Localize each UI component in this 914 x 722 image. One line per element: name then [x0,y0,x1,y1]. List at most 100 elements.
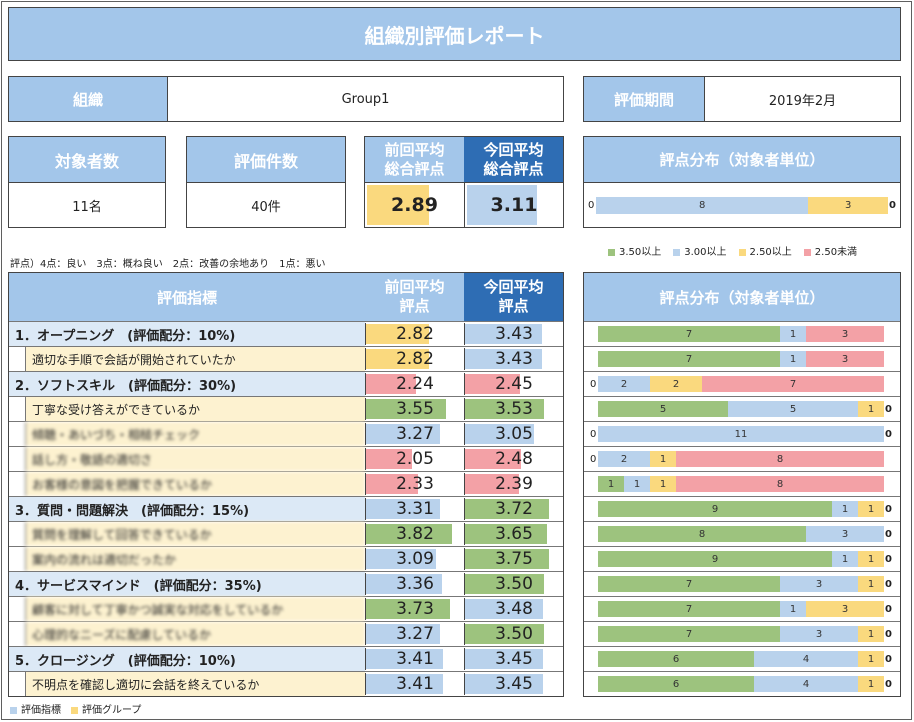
target-label: 対象者数 [9,137,165,182]
prev-score: 3.27 [365,623,464,645]
curr-score: 2.48 [464,448,563,470]
color-legend: 3.50以上 3.00以上 2.50以上 2.50未満 [608,243,869,258]
dist-segment: 1 [624,476,650,492]
dist-segment: 1 [598,476,624,492]
summary-dist-segment: 3 [808,197,888,214]
metric-row: 心理的なニーズに配慮しているか 3.27 3.50 [9,621,563,646]
footer-legend: 評価指標 評価グループ [10,701,151,716]
metric-label: 5．クロージング (評価配分：10%) [9,647,365,671]
dist-segment: 6 [598,676,754,692]
dist-segment: 4 [754,651,858,667]
curr-score: 3.50 [464,573,563,595]
report-title: 組織別評価レポート [8,7,901,61]
dist-segment: 1 [858,626,884,642]
org-box: 組織 Group1 [8,76,564,122]
dist-row: 218 0 [584,446,900,471]
dist-segment: 1 [858,551,884,567]
legend-item: 3.00以上 [673,247,727,258]
dist-segment: 3 [806,526,884,542]
metric-label: 案内の流れは適切だったか [25,547,365,571]
dist-segment: 2 [598,451,650,467]
dist-zero-end: 0 [885,504,892,515]
dist-segment: 7 [598,576,780,592]
dist-segment: 1 [650,451,676,467]
scale-note: 評点）4点：良い 3点：概ね良い 2点：改善の余地あり 1点：悪い [10,259,326,270]
metric-label: 傾聴・あいづち・相槌チェック [25,422,365,446]
dist-segment: 6 [598,651,754,667]
curr-overall-cell: 3.11 [464,182,563,227]
dist-bar: 218 0 [590,451,884,467]
metric-label: 4．サービスマインド (評価配分：35%) [9,572,365,596]
dist-zero-start: 0 [590,454,597,465]
dist-segment: 9 [598,501,832,517]
metric-label: お客様の意図を把握できているか [25,472,365,496]
period-label: 評価期間 [584,77,704,121]
dist-row: 713 [584,346,900,371]
dist-bar: 9110 [598,551,892,567]
dist-zero-end: 0 [885,604,892,615]
dist-zero-start: 0 [590,429,597,440]
prev-score: 2.82 [365,348,464,370]
dist-segment: 1 [858,501,884,517]
dist-bar: 7130 [598,601,892,617]
metric-label: 不明点を確認し適切に会話を終えているか [25,672,365,696]
prev-score: 3.09 [365,548,464,570]
summary-dist-zero-end: 0 [889,200,896,211]
footer-legend-item: 評価グループ [71,705,141,716]
dist-row: 9110 [584,496,900,521]
prev-overall-label: 前回平均 総合評点 [365,137,464,182]
dist-segment: 11 [598,426,884,442]
metrics-table: 評価指標 前回平均 評点 今回平均 評点 1．オープニング (評価配分：10%)… [8,272,564,697]
metric-header: 評価指標 [9,273,365,321]
curr-score: 3.50 [464,623,563,645]
prev-score: 3.55 [365,398,464,420]
curr-score: 3.45 [464,648,563,670]
curr-col-header: 今回平均 評点 [464,273,563,321]
prev-col-header: 前回平均 評点 [365,273,464,321]
curr-score: 3.43 [464,323,563,345]
dist-segment: 1 [858,676,884,692]
dist-bar: 6410 [598,651,892,667]
prev-score: 3.73 [365,598,464,620]
metric-group-row: 2．ソフトスキル (評価配分：30%) 2.24 2.45 [9,371,563,396]
curr-score: 3.75 [464,548,563,570]
dist-row: 2270 [584,371,900,396]
prev-score: 3.27 [365,423,464,445]
dist-segment: 7 [598,351,780,367]
metric-label: 2．ソフトスキル (評価配分：30%) [9,372,365,396]
prev-overall-cell: 2.89 [365,182,464,227]
curr-score: 3.43 [464,348,563,370]
target-value: 11名 [9,182,165,227]
prev-score: 2.24 [365,373,464,395]
dist-row: 7130 [584,596,900,621]
dist-segment: 9 [598,551,832,567]
dist-segment: 7 [598,626,780,642]
metric-row: 不明点を確認し適切に会話を終えているか 3.41 3.45 [9,671,563,696]
dist-segment: 1 [832,501,858,517]
summary-dist-bar: 8300 [588,197,896,214]
prev-score: 3.82 [365,523,464,545]
dist-zero-end: 0 [885,429,892,440]
dist-zero-end: 0 [885,654,892,665]
metric-row: 傾聴・あいづち・相槌チェック 3.27 3.05 [9,421,563,446]
dist-zero-end: 0 [885,529,892,540]
summary-dist-box: 評点分布（対象者単位） 8300 [583,136,901,228]
dist-row: 11 0 0 [584,421,900,446]
prev-score: 3.41 [365,648,464,670]
dist-row: 1118 [584,471,900,496]
dist-segment: 1 [650,476,676,492]
dist-bar: 6410 [598,676,892,692]
dist-segment: 1 [780,326,806,342]
summary-dist-zero-start: 0 [588,200,595,211]
dist-row: 713 [584,321,900,346]
dist-row: 6410 [584,646,900,671]
prev-score: 2.05 [365,448,464,470]
dist-segment: 5 [598,401,728,417]
curr-score: 3.53 [464,398,563,420]
dist-bar: 713 [598,326,884,342]
metric-group-row: 4．サービスマインド (評価配分：35%) 3.36 3.50 [9,571,563,596]
curr-overall-value: 3.11 [490,194,538,216]
prev-overall-value: 2.89 [391,194,438,216]
dist-zero-end: 0 [885,554,892,565]
dist-segment: 1 [858,401,884,417]
